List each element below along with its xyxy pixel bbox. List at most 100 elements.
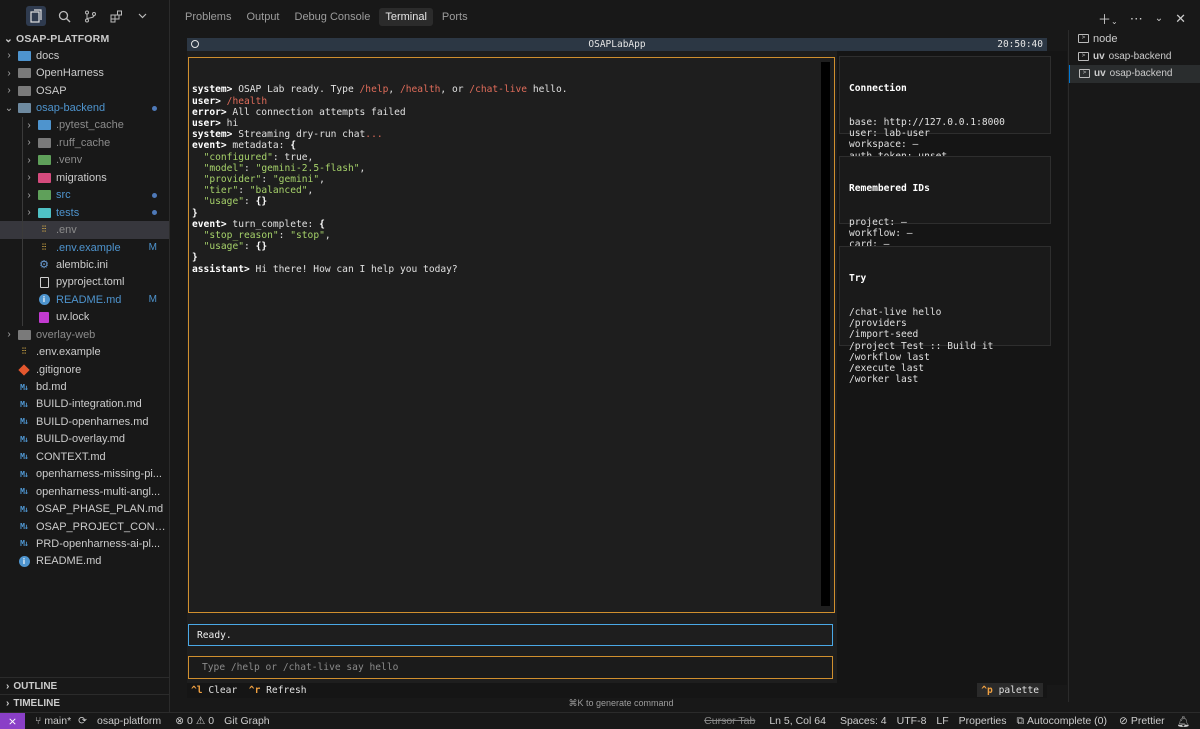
- file-item[interactable]: i README.md M: [0, 291, 169, 309]
- tab-debug-console[interactable]: Debug Console: [289, 8, 377, 26]
- folder-item[interactable]: › tests: [0, 203, 169, 222]
- item-label: osap-backend: [36, 102, 106, 115]
- log-segment: Streaming dry-run chat: [232, 129, 366, 141]
- modified-dot-icon: [152, 190, 157, 201]
- file-item[interactable]: M↓ OSAP_PHASE_PLAN.md: [0, 500, 169, 517]
- folder-icon: [37, 137, 51, 149]
- file-item[interactable]: ⫶⫶ .env: [0, 221, 169, 239]
- chevron-right-icon: ›: [27, 154, 31, 166]
- folder-item[interactable]: ⌄ osap-backend: [0, 99, 169, 116]
- extensions-icon[interactable]: [108, 8, 124, 24]
- chevron-down-icon: ⌄: [4, 102, 14, 114]
- folder-item[interactable]: › docs: [0, 47, 169, 64]
- file-item[interactable]: ⫶⫶ .env.example: [0, 343, 169, 360]
- scrollbar[interactable]: [821, 62, 830, 606]
- command-input[interactable]: Type /help or /chat-live say hello: [188, 656, 833, 679]
- terminal-instance[interactable]: > uv osap-backend: [1069, 65, 1200, 83]
- palette-button[interactable]: ^p palette: [977, 683, 1043, 697]
- line-ending[interactable]: LF: [936, 715, 948, 727]
- log-segment: }: [192, 207, 198, 219]
- outline-section[interactable]: › OUTLINE: [0, 677, 170, 694]
- chat-log[interactable]: system> OSAP Lab ready. Type /help, /hea…: [188, 57, 835, 613]
- tab-problems[interactable]: Problems: [179, 8, 237, 26]
- tab-ports[interactable]: Ports: [436, 8, 474, 26]
- tab-output[interactable]: Output: [240, 8, 285, 26]
- terminal-instance[interactable]: > uv osap-backend: [1069, 48, 1200, 66]
- file-item[interactable]: ⚙ alembic.ini: [0, 256, 169, 274]
- source-control-icon[interactable]: [82, 8, 98, 24]
- terminal-app[interactable]: OSAPLabApp 20:50:40 system> OSAP Lab rea…: [187, 38, 1067, 698]
- chevron-down-icon[interactable]: [134, 8, 150, 24]
- project-name[interactable]: osap-platform: [97, 715, 161, 727]
- language-mode[interactable]: Properties: [959, 715, 1007, 727]
- file-item[interactable]: M↓ BUILD-integration.md: [0, 396, 169, 413]
- cursor-position[interactable]: Ln 5, Col 64: [769, 715, 826, 727]
- log-line: "provider": "gemini",: [192, 174, 831, 185]
- refresh-label[interactable]: Refresh: [266, 685, 306, 696]
- folder-item[interactable]: › migrations: [0, 169, 169, 187]
- cursor-tab-toggle[interactable]: Cursor Tab: [704, 715, 755, 727]
- file-item[interactable]: i README.md: [0, 553, 169, 570]
- search-icon[interactable]: [56, 8, 72, 24]
- log-segment: {: [319, 218, 325, 230]
- chevron-down-icon[interactable]: ⌄: [1155, 13, 1163, 24]
- clear-label[interactable]: Clear: [208, 685, 237, 696]
- autocomplete-status[interactable]: ⧉ Autocomplete (0): [1017, 715, 1107, 728]
- log-line: "usage": {}: [192, 241, 831, 252]
- terminal-list: > node > uv osap-backend > uv osap-backend: [1068, 30, 1200, 702]
- bottom-panel: Problems Output Debug Console Terminal P…: [171, 0, 1200, 712]
- log-line: }: [192, 208, 831, 219]
- more-actions-icon[interactable]: ⋯: [1130, 11, 1143, 27]
- item-label: .env.example: [56, 241, 121, 254]
- file-item[interactable]: .gitignore: [0, 361, 169, 378]
- file-item[interactable]: M↓ CONTEXT.md: [0, 448, 169, 465]
- file-item[interactable]: uv.lock: [0, 308, 169, 326]
- chevron-right-icon: ›: [27, 207, 31, 219]
- log-line: "usage": {}: [192, 196, 831, 207]
- remembered-heading: Remembered IDs: [849, 183, 930, 195]
- new-terminal-icon[interactable]: ＋⌄: [1098, 9, 1118, 28]
- folder-item[interactable]: › overlay-web: [0, 326, 169, 343]
- close-icon[interactable]: ✕: [1175, 11, 1186, 27]
- bell-icon[interactable]: 🔔︎: [1177, 715, 1190, 728]
- tab-terminal[interactable]: Terminal: [379, 8, 433, 26]
- indent-guide: [22, 256, 23, 274]
- prettier-icon: ⊘: [1119, 715, 1128, 727]
- branch-indicator[interactable]: ⑂ main* ⟳: [35, 715, 87, 727]
- file-item[interactable]: M↓ bd.md: [0, 378, 169, 395]
- markdown-icon: M↓: [20, 452, 29, 462]
- folder-item[interactable]: › .pytest_cache: [0, 116, 169, 135]
- status-bar: ⨯ ⑂ main* ⟳ osap-platform ⊗ 0 ⚠ 0 Git Gr…: [0, 712, 1200, 729]
- folder-item[interactable]: › .ruff_cache: [0, 134, 169, 152]
- file-item[interactable]: M↓ OSAP_PROJECT_CONT...: [0, 518, 169, 535]
- explorer-root-header[interactable]: ⌄ OSAP-PLATFORM: [0, 31, 169, 47]
- prettier-status[interactable]: ⊘ Prettier: [1119, 715, 1165, 727]
- folder-item[interactable]: › src: [0, 186, 169, 204]
- files-icon[interactable]: [26, 6, 46, 26]
- folder-item[interactable]: › OSAP: [0, 82, 169, 99]
- indent-guide: [22, 273, 23, 292]
- file-item[interactable]: M↓ BUILD-overlay.md: [0, 431, 169, 448]
- file-item[interactable]: M↓ BUILD-openharnes.md: [0, 413, 169, 430]
- encoding[interactable]: UTF-8: [897, 715, 927, 727]
- terminal-instance[interactable]: > node: [1069, 30, 1200, 48]
- file-item[interactable]: M↓ openharness-missing-pi...: [0, 466, 169, 483]
- remote-icon[interactable]: ⨯: [0, 712, 25, 729]
- indentation[interactable]: Spaces: 4: [840, 715, 887, 727]
- log-segment: Hi there! How can I help you today?: [249, 263, 458, 275]
- folder-item[interactable]: › .venv: [0, 151, 169, 170]
- timeline-section[interactable]: › TIMELINE: [0, 694, 170, 711]
- git-graph-button[interactable]: Git Graph: [224, 715, 270, 727]
- refresh-key[interactable]: ^r: [249, 685, 261, 696]
- info-sidebar: Connection base: http://127.0.0.1:8000 us…: [837, 51, 1067, 685]
- file-item[interactable]: M↓ openharness-multi-angl...: [0, 483, 169, 500]
- problems-indicator[interactable]: ⊗ 0 ⚠ 0: [175, 715, 214, 727]
- log-line: "stop_reason": "stop",: [192, 230, 831, 241]
- file-item[interactable]: M↓ PRD-openharness-ai-pl...: [0, 535, 169, 552]
- terminal-label: node: [1093, 32, 1118, 45]
- file-item[interactable]: pyproject.toml: [0, 273, 169, 292]
- folder-item[interactable]: › OpenHarness: [0, 64, 169, 81]
- try-lines: /chat-live hello/providers/import-seed/p…: [849, 307, 1041, 385]
- file-item[interactable]: ⫶⫶ .env.example M: [0, 238, 169, 257]
- clear-key[interactable]: ^l: [191, 685, 203, 696]
